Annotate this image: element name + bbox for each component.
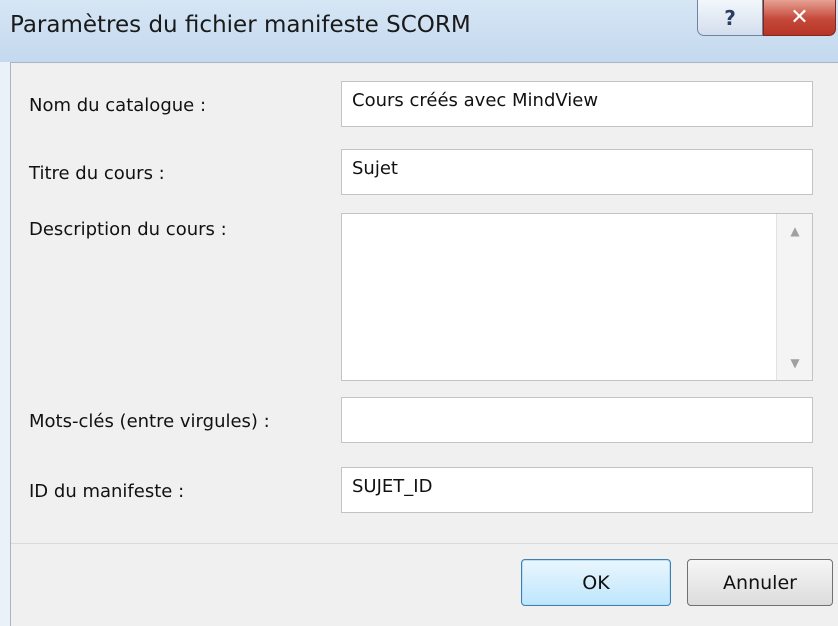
scorm-manifest-dialog: Paramètres du fichier manifeste SCORM ? … (0, 0, 838, 626)
help-icon: ? (724, 5, 736, 30)
cancel-button[interactable]: Annuler (687, 559, 833, 606)
description-label: Description du cours : (29, 219, 227, 240)
manifest-id-input[interactable]: SUJET_ID (341, 467, 813, 513)
window-controls: ? ✕ (697, 0, 836, 36)
scroll-up-arrow-icon[interactable]: ▲ (777, 214, 813, 248)
manifest-id-label: ID du manifeste : (29, 481, 185, 502)
form-panel: Nom du catalogue : Cours créés avec Mind… (10, 62, 838, 626)
title-bar[interactable]: Paramètres du fichier manifeste SCORM ? … (0, 0, 838, 62)
description-scrollbar[interactable]: ▲ ▼ (776, 214, 812, 380)
keywords-input[interactable] (341, 397, 813, 443)
ok-button[interactable]: OK (521, 559, 671, 606)
catalog-label: Nom du catalogue : (29, 95, 207, 116)
footer-separator (11, 543, 838, 544)
catalog-input[interactable]: Cours créés avec MindView (341, 81, 813, 127)
description-textarea[interactable]: ▲ ▼ (341, 213, 813, 381)
close-button[interactable]: ✕ (763, 0, 836, 36)
help-button[interactable]: ? (697, 0, 763, 36)
course-title-label: Titre du cours : (29, 163, 165, 184)
keywords-label: Mots-clés (entre virgules) : (29, 411, 270, 432)
course-title-input[interactable]: Sujet (341, 149, 813, 195)
dialog-title: Paramètres du fichier manifeste SCORM (10, 12, 471, 38)
close-icon: ✕ (790, 5, 809, 30)
scroll-down-arrow-icon[interactable]: ▼ (777, 346, 813, 380)
